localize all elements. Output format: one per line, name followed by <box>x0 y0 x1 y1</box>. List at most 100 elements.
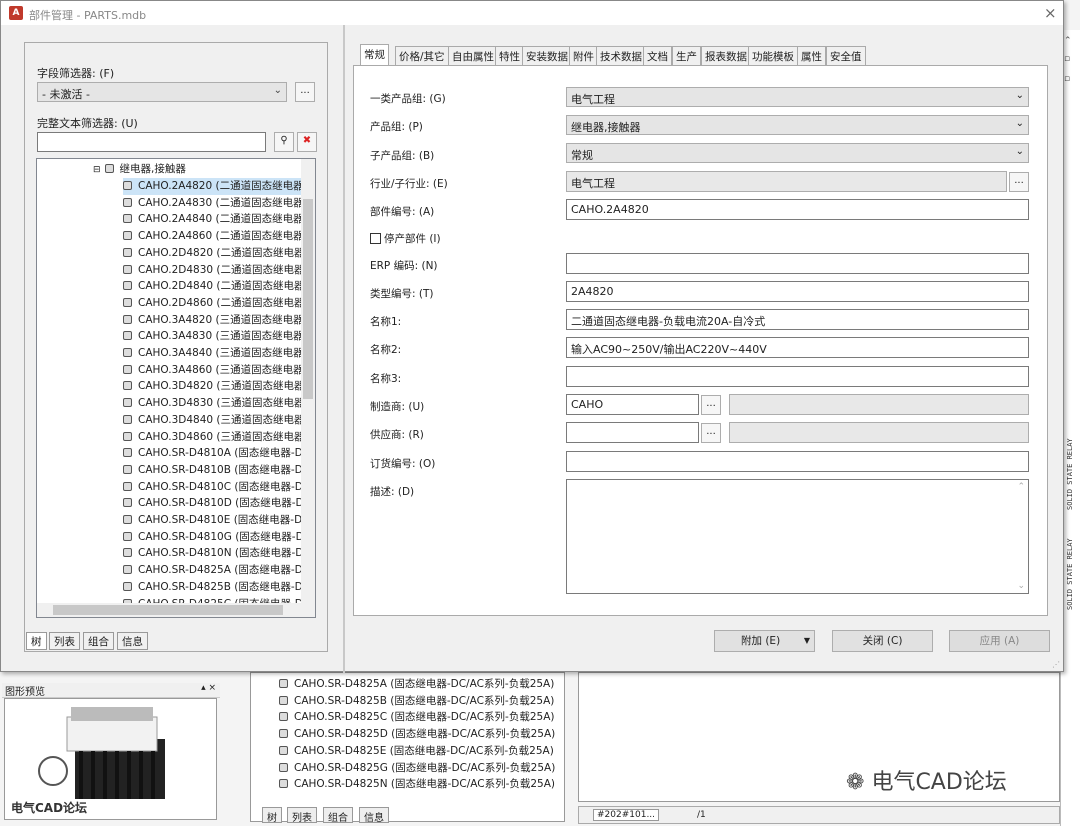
tree-item[interactable]: CAHO.3D4830 (三通道固态继电器-负 <box>123 395 315 412</box>
tree-item[interactable]: CAHO.2D4820 (二通道固态继电器-负 <box>123 245 315 262</box>
tree-item[interactable]: CAHO.2A4860 (二通道固态继电器-负 <box>123 228 315 245</box>
tab-item[interactable]: 安全值 <box>826 46 866 65</box>
strip-item[interactable]: ⌃ <box>1064 36 1072 46</box>
tree-item[interactable]: CAHO.2D4860 (二通道固态继电器-负 <box>123 295 315 312</box>
industry-more-button[interactable]: ... <box>1009 172 1029 192</box>
strip-item[interactable]: ▫ <box>1064 74 1070 84</box>
bg-tab[interactable]: 组合 <box>323 807 353 824</box>
erp-input[interactable] <box>566 253 1029 274</box>
tree-item[interactable]: CAHO.3A4860 (三通道固态继电器-负 <box>123 362 315 379</box>
tree-item[interactable]: CAHO.3A4820 (三通道固态继电器-负 <box>123 312 315 329</box>
collapse-icon[interactable]: ⊟ <box>93 165 101 175</box>
tree-item[interactable]: CAHO.3A4830 (三通道固态继电器-负 <box>123 328 315 345</box>
tree-item[interactable]: CAHO.2A4840 (二通道固态继电器-负 <box>123 211 316 228</box>
extra-button[interactable]: 附加 (E) ▼ <box>714 630 815 652</box>
subgroup-select[interactable]: 常规 ⌄ <box>566 143 1029 163</box>
tree-item[interactable]: CAHO.2A4830 (二通道固态继电器-负 <box>123 195 315 212</box>
scroll-up-icon[interactable]: ⌃ <box>1017 482 1025 492</box>
tab-item[interactable]: 价格/其它 <box>395 46 449 65</box>
bg-tab[interactable]: 列表 <box>287 807 317 824</box>
tree-item[interactable]: CAHO.2D4830 (二通道固态继电器-负 <box>123 262 315 279</box>
binoculars-icon[interactable]: ⚲ <box>274 132 294 152</box>
desc-textarea[interactable]: ⌃ ⌄ <box>566 479 1029 594</box>
mfr-more-button[interactable]: ... <box>701 395 721 415</box>
tree-vscroll[interactable] <box>301 159 315 603</box>
parts-tree[interactable]: ⊟ 继电器,接触器 CAHO.2A4820 (二通道固态继电器-负 CAHO.2A4… <box>36 158 316 618</box>
name2-input[interactable]: 输入AC90~250V/输出AC220V~440V <box>566 337 1029 358</box>
tree-item[interactable]: CAHO.SR-D4825A (固态继电器-DC/ <box>123 562 314 579</box>
bg-list-item[interactable]: CAHO.SR-D4825E (固态继电器-DC/AC系列-负载25A) <box>279 743 554 760</box>
bg-list-item[interactable]: CAHO.SR-D4825N (固态继电器-DC/AC系列-负载25A) <box>279 776 555 793</box>
field-filter-more-button[interactable]: ... <box>295 82 315 102</box>
bg-list-item[interactable]: CAHO.SR-D4825A (固态继电器-DC/AC系列-负载25A) <box>279 676 554 693</box>
left-tab[interactable]: 信息 <box>117 632 148 650</box>
tab-item[interactable]: 附件 <box>569 46 598 65</box>
tab-item[interactable]: 自由属性 <box>448 46 498 65</box>
type-input[interactable]: 2A4820 <box>566 281 1029 302</box>
hscroll-thumb[interactable] <box>53 605 283 615</box>
tree-hscroll[interactable] <box>37 603 315 617</box>
tree-item[interactable]: CAHO.SR-D4810E (固态继电器-DC/ <box>123 512 313 529</box>
tree-item[interactable]: CAHO.2D4840 (二通道固态继电器-负 <box>123 278 315 295</box>
pin-close-icon[interactable]: ▴ × <box>201 683 216 693</box>
tab-item[interactable]: 报表数据 <box>701 46 751 65</box>
tree-item[interactable]: CAHO.2A4820 (二通道固态继电器-负 <box>123 178 315 195</box>
product-group-select[interactable]: 电气工程 ⌄ <box>566 87 1029 107</box>
tree-root[interactable]: ⊟ 继电器,接触器 <box>93 161 186 178</box>
tab-item[interactable]: 特性 <box>495 46 524 65</box>
part-icon <box>279 695 288 705</box>
name1-input[interactable]: 二通道固态继电器-负载电流20A-自冷式 <box>566 309 1029 330</box>
tree-item[interactable]: CAHO.3D4820 (三通道固态继电器-负 <box>123 378 315 395</box>
partno-input[interactable]: CAHO.2A4820 <box>566 199 1029 220</box>
supplier-more-button[interactable]: ... <box>701 423 721 443</box>
tab-item[interactable]: 功能模板 <box>748 46 798 65</box>
tree-item[interactable]: CAHO.SR-D4810A (固态继电器-DC/ <box>123 445 314 462</box>
field-filter-select[interactable]: - 未激活 - ⌄ <box>37 82 287 102</box>
supplier-input[interactable] <box>566 422 699 443</box>
tab-item[interactable]: 文档 <box>643 46 672 65</box>
tree-item[interactable]: CAHO.3A4840 (三通道固态继电器-负 <box>123 345 315 362</box>
left-tab[interactable]: 列表 <box>49 632 80 650</box>
subgroup-label: 子产品组: (B) <box>370 150 435 162</box>
left-tab[interactable]: 树 <box>26 632 47 650</box>
tree-item[interactable]: CAHO.3D4860 (三通道固态继电器-负 <box>123 429 315 446</box>
splitter[interactable] <box>343 25 345 673</box>
clear-filter-icon[interactable]: ✖ <box>297 132 317 152</box>
scroll-down-icon[interactable]: ⌄ <box>1017 581 1025 591</box>
tab-item[interactable]: 安装数据 <box>522 46 572 65</box>
bg-tab[interactable]: 信息 <box>359 807 389 824</box>
mfr-input[interactable]: CAHO <box>566 394 699 415</box>
tree-item[interactable]: CAHO.SR-D4810C (固态继电器-DC/ <box>123 479 314 496</box>
tree-item[interactable]: CAHO.SR-D4810B (固态继电器-DC/ <box>123 462 314 479</box>
tree-item[interactable]: CAHO.SR-D4810G (固态继电器-DC/ <box>123 529 315 546</box>
strip-item[interactable]: ▫ <box>1064 54 1070 64</box>
page-field[interactable]: #202#101... <box>593 809 660 821</box>
bg-list-item[interactable]: CAHO.SR-D4825C (固态继电器-DC/AC系列-负载25A) <box>279 709 555 726</box>
text-filter-input[interactable] <box>37 132 266 152</box>
bg-list-item[interactable]: CAHO.SR-D4825D (固态继电器-DC/AC系列-负载25A) <box>279 726 555 743</box>
order-input[interactable] <box>566 451 1029 472</box>
left-tab[interactable]: 组合 <box>83 632 114 650</box>
tree-item[interactable]: CAHO.3D4840 (三通道固态继电器-负 <box>123 412 315 429</box>
close-button[interactable]: 关闭 (C) <box>832 630 933 652</box>
scroll-thumb[interactable] <box>303 199 313 399</box>
tree-item-label: CAHO.2A4840 (二通道固态继电器-负 <box>138 213 316 226</box>
discontinued-row[interactable]: 停产部件 (I) <box>370 231 441 246</box>
tree-item[interactable]: CAHO.SR-D4810D (固态继电器-DC/ <box>123 495 314 512</box>
discontinued-checkbox[interactable] <box>370 233 381 244</box>
apply-button[interactable]: 应用 (A) <box>949 630 1050 652</box>
tree-item[interactable]: CAHO.SR-D4810N (固态继电器-DC/ <box>123 545 314 562</box>
industry-field[interactable]: 电气工程 <box>566 171 1007 192</box>
resize-grip-icon[interactable]: ⋰ <box>1052 660 1060 669</box>
tab-item[interactable]: 属性 <box>797 46 826 65</box>
name3-input[interactable] <box>566 366 1029 387</box>
tree-item[interactable]: CAHO.SR-D4825B (固态继电器-DC/ <box>123 579 314 596</box>
bg-list-item[interactable]: CAHO.SR-D4825B (固态继电器-DC/AC系列-负载25A) <box>279 693 554 710</box>
bg-list-item[interactable]: CAHO.SR-D4825G (固态继电器-DC/AC系列-负载25A) <box>279 760 555 777</box>
close-icon[interactable]: × <box>1044 4 1057 22</box>
bg-tab[interactable]: 树 <box>262 807 282 824</box>
tab-general[interactable]: 常规 <box>360 44 389 65</box>
tab-item[interactable]: 技术数据 <box>596 46 646 65</box>
pgroup-select[interactable]: 继电器,接触器 ⌄ <box>566 115 1029 135</box>
tab-item[interactable]: 生产 <box>672 46 701 65</box>
